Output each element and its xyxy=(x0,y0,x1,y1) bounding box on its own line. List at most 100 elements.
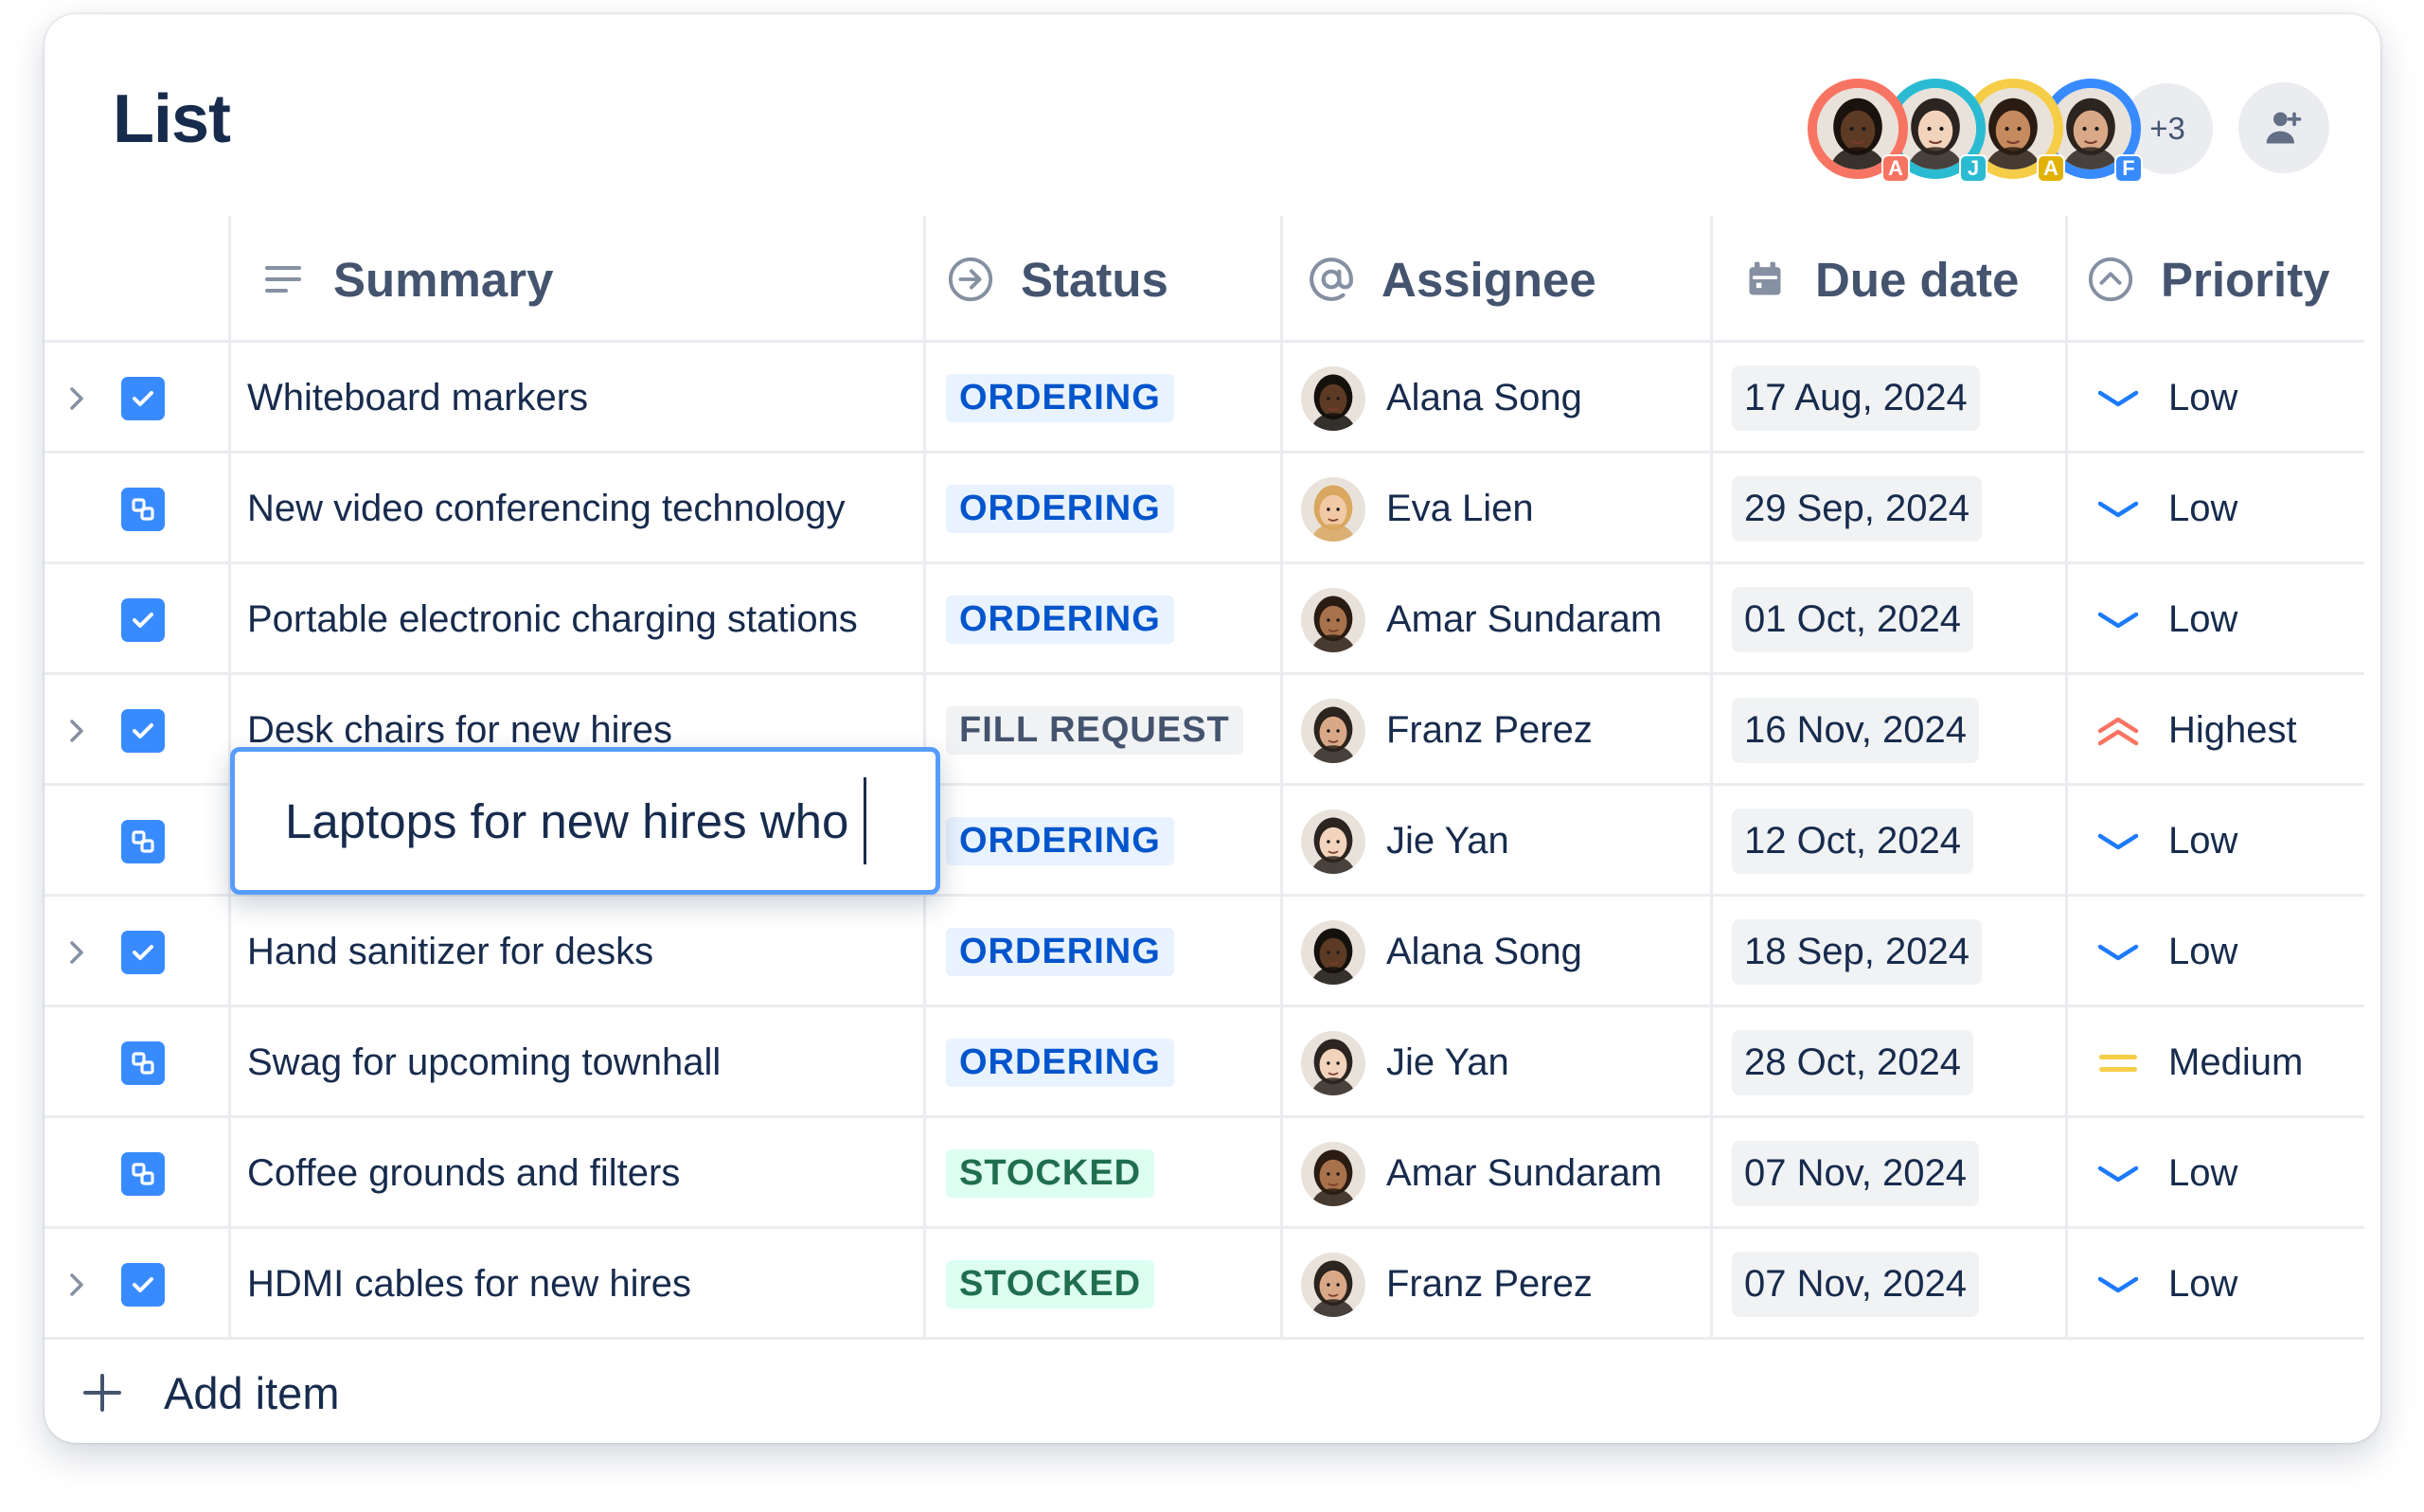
assignee-cell[interactable]: Alana Song xyxy=(1301,897,1582,1007)
column-header-due-date[interactable]: Due date xyxy=(1710,216,2067,343)
table-row[interactable]: Hand sanitizer for desks ORDERING Alana So… xyxy=(45,897,2364,1007)
assignee-cell[interactable]: Amar Sundaram xyxy=(1301,1118,1662,1229)
status-cell[interactable]: FILL REQUEST xyxy=(946,675,1243,786)
status-cell[interactable]: STOCKED xyxy=(946,1118,1155,1229)
subtask-icon[interactable] xyxy=(121,819,165,863)
task-checkbox-icon[interactable] xyxy=(121,1262,165,1307)
due-date-cell[interactable]: 16 Nov, 2024 xyxy=(1732,675,1979,786)
column-divider xyxy=(228,564,231,675)
task-checkbox-icon[interactable] xyxy=(121,376,165,420)
summary-cell[interactable]: Swag for upcoming townhall xyxy=(247,1007,721,1118)
status-lozenge[interactable]: FILL REQUEST xyxy=(946,706,1243,755)
column-header-summary[interactable]: Summary xyxy=(228,216,925,343)
add-item-button[interactable]: Add item xyxy=(79,1350,339,1435)
priority-cell[interactable]: Low xyxy=(2094,343,2237,454)
column-divider xyxy=(1280,343,1283,454)
priority-label: Low xyxy=(2168,1263,2238,1305)
priority-label: Low xyxy=(2168,598,2238,640)
expand-chevron-icon[interactable] xyxy=(65,1229,88,1340)
assignee-cell[interactable]: Franz Perez xyxy=(1301,1229,1593,1340)
expand-chevron-icon[interactable] xyxy=(65,675,88,786)
due-date-cell[interactable]: 07 Nov, 2024 xyxy=(1732,1118,1979,1229)
table-row[interactable]: Whiteboard markers ORDERING Alana Song 17 A… xyxy=(45,343,2364,454)
priority-cell[interactable]: Low xyxy=(2094,897,2237,1007)
status-lozenge[interactable]: ORDERING xyxy=(946,374,1174,422)
task-checkbox-icon[interactable] xyxy=(121,597,165,642)
priority-cell[interactable]: Low xyxy=(2094,786,2237,897)
summary-cell[interactable]: Whiteboard markers xyxy=(247,343,588,454)
status-cell[interactable]: ORDERING xyxy=(946,897,1174,1007)
due-date-cell[interactable]: 07 Nov, 2024 xyxy=(1732,1229,1979,1340)
status-cell[interactable]: ORDERING xyxy=(946,454,1174,564)
assignee-name: Jie Yan xyxy=(1386,820,1509,862)
summary-cell[interactable]: Portable electronic charging stations xyxy=(247,564,858,675)
status-lozenge[interactable]: STOCKED xyxy=(946,1149,1155,1198)
priority-cell[interactable]: Low xyxy=(2094,564,2237,675)
collaborator-avatars[interactable]: A J A F +3 xyxy=(1808,79,2213,183)
status-lozenge[interactable]: ORDERING xyxy=(946,817,1174,865)
status-lozenge[interactable]: ORDERING xyxy=(946,1039,1174,1087)
column-divider xyxy=(2065,675,2068,786)
assignee-cell[interactable]: Franz Perez xyxy=(1301,675,1593,786)
invite-button[interactable] xyxy=(2238,82,2329,173)
summary-cell[interactable]: New video conferencing technology xyxy=(247,454,846,564)
due-date-cell[interactable]: 18 Sep, 2024 xyxy=(1732,897,1982,1007)
task-checkbox-icon[interactable] xyxy=(121,708,165,753)
expand-chevron-icon[interactable] xyxy=(65,343,88,454)
assignee-cell[interactable]: Eva Lien xyxy=(1301,454,1534,564)
summary-cell[interactable]: Hand sanitizer for desks xyxy=(247,897,653,1007)
assignee-cell[interactable]: Jie Yan xyxy=(1301,1007,1509,1118)
column-divider xyxy=(228,343,231,454)
priority-cell[interactable]: Highest xyxy=(2094,675,2297,786)
subtask-icon[interactable] xyxy=(121,487,165,531)
status-lozenge[interactable]: ORDERING xyxy=(946,485,1174,533)
column-divider xyxy=(923,1118,926,1229)
status-lozenge[interactable]: ORDERING xyxy=(946,928,1174,976)
status-cell[interactable]: ORDERING xyxy=(946,343,1174,454)
column-divider xyxy=(228,454,231,564)
column-divider xyxy=(1280,897,1283,1007)
column-divider xyxy=(1710,675,1713,786)
column-divider xyxy=(228,1118,231,1229)
priority-cell[interactable]: Low xyxy=(2094,1118,2237,1229)
due-date-cell[interactable]: 12 Oct, 2024 xyxy=(1732,786,1974,897)
table-row[interactable]: Swag for upcoming townhall ORDERING Jie Ya… xyxy=(45,1007,2364,1118)
assignee-cell[interactable]: Jie Yan xyxy=(1301,786,1509,897)
page-title: List xyxy=(113,81,231,157)
table-row[interactable]: Portable electronic charging stations ORD… xyxy=(45,564,2364,675)
assignee-cell[interactable]: Amar Sundaram xyxy=(1301,564,1662,675)
status-cell[interactable]: STOCKED xyxy=(946,1229,1155,1340)
summary-text: Whiteboard markers xyxy=(247,377,589,418)
subtask-icon[interactable] xyxy=(121,1041,165,1085)
summary-edit-value[interactable]: Laptops for new hires who xyxy=(285,793,848,849)
summary-edit-input[interactable]: Laptops for new hires who xyxy=(230,747,940,895)
at-icon xyxy=(1308,256,1355,303)
task-checkbox-icon[interactable] xyxy=(121,930,165,974)
priority-label: Low xyxy=(2168,820,2238,862)
expand-chevron-icon[interactable] xyxy=(65,897,88,1007)
table-row[interactable]: Coffee grounds and filters STOCKED Amar Su… xyxy=(45,1118,2364,1229)
status-cell[interactable]: ORDERING xyxy=(946,786,1174,897)
collaborator-avatar[interactable]: A xyxy=(1808,79,1910,183)
due-date-cell[interactable]: 29 Sep, 2024 xyxy=(1732,454,1982,564)
column-header-status[interactable]: Status xyxy=(923,216,1282,343)
summary-cell[interactable]: HDMI cables for new hires xyxy=(247,1229,691,1340)
column-header-priority[interactable]: Priority xyxy=(2065,216,2364,343)
priority-cell[interactable]: Low xyxy=(2094,454,2237,564)
status-cell[interactable]: ORDERING xyxy=(946,1007,1174,1118)
priority-cell[interactable]: Low xyxy=(2094,1229,2237,1340)
status-lozenge[interactable]: STOCKED xyxy=(946,1260,1155,1308)
subtask-icon[interactable] xyxy=(121,1151,165,1196)
summary-cell[interactable]: Coffee grounds and filters xyxy=(247,1118,680,1229)
status-cell[interactable]: ORDERING xyxy=(946,564,1174,675)
column-header-assignee[interactable]: Assignee xyxy=(1280,216,1712,343)
avatar xyxy=(1301,1141,1365,1206)
assignee-cell[interactable]: Alana Song xyxy=(1301,343,1582,454)
due-date-cell[interactable]: 28 Oct, 2024 xyxy=(1732,1007,1974,1118)
due-date-cell[interactable]: 17 Aug, 2024 xyxy=(1732,343,1980,454)
table-row[interactable]: HDMI cables for new hires STOCKED Franz Pe… xyxy=(45,1229,2364,1340)
table-row[interactable]: New video conferencing technology ORDERIN… xyxy=(45,454,2364,564)
due-date-cell[interactable]: 01 Oct, 2024 xyxy=(1732,564,1974,675)
priority-cell[interactable]: Medium xyxy=(2094,1007,2303,1118)
status-lozenge[interactable]: ORDERING xyxy=(946,596,1174,644)
